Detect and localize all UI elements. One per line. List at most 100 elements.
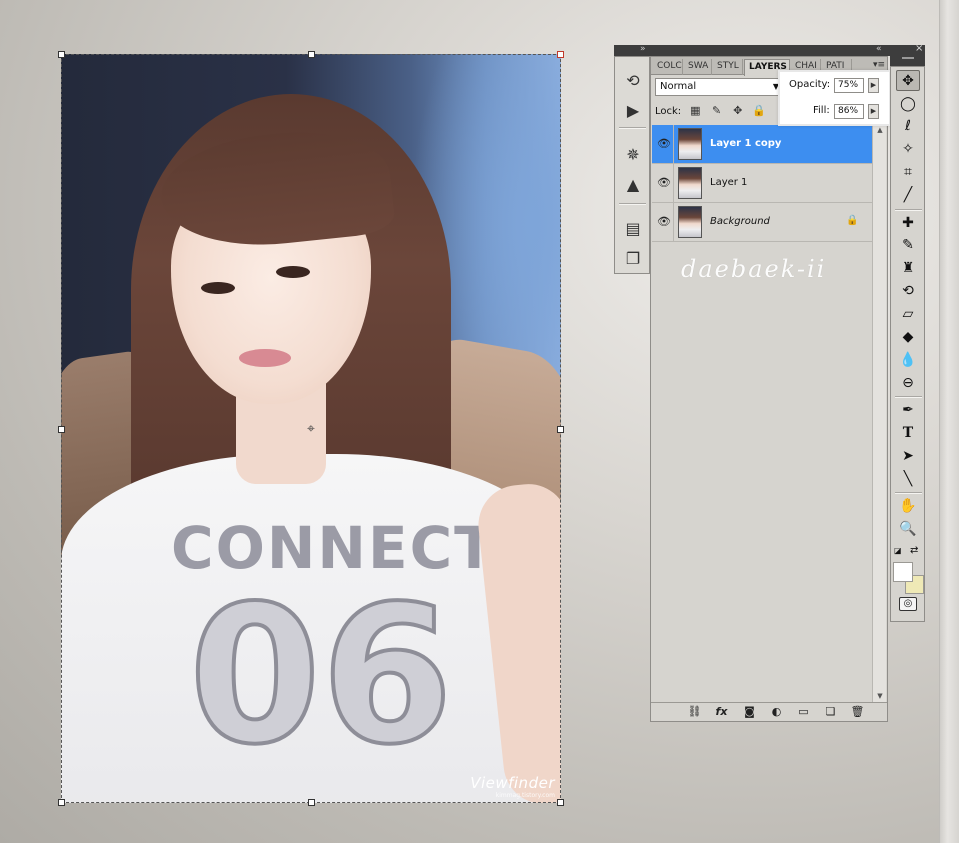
quick-mask-icon[interactable]: ◎	[899, 597, 917, 611]
actions-icon[interactable]: ▶	[622, 101, 644, 121]
blog-watermark: daebaek-ii	[681, 255, 827, 283]
new-layer-icon[interactable]: ❏	[823, 705, 838, 719]
layer-thumbnail	[678, 128, 702, 160]
foreground-color-swatch[interactable]	[893, 562, 913, 582]
layers-panel-bottom-bar: ⛓ fx ◙ ◐ ▭ ❏ 🗑	[651, 702, 887, 721]
tab-swatches[interactable]: SWA	[684, 59, 712, 75]
tab-styles[interactable]: STYL	[713, 59, 743, 75]
layer-thumbnail	[678, 167, 702, 199]
toolbox: ✥ ◯ ℓ ✧ ⌗ ╱ ✚ ✎ ♜ ⟲ ▱ ◆ 💧 ⊖ ✒ T ➤ ╲ ✋ 🔍 …	[890, 66, 925, 622]
fill-label: Fill:	[813, 105, 830, 116]
elliptical-marquee-icon[interactable]: ◯	[896, 94, 920, 115]
navigator-icon[interactable]: ✵	[622, 145, 644, 165]
visibility-toggle[interactable]: 👁	[652, 164, 674, 202]
swap-colors-icon[interactable]: ⇄	[910, 545, 922, 557]
window-edge	[939, 0, 959, 843]
close-icon[interactable]: ×	[915, 43, 923, 54]
transform-handle-left[interactable]	[58, 426, 65, 433]
type-icon[interactable]: T	[896, 423, 920, 444]
expand-dock-icon[interactable]: »	[640, 44, 646, 54]
opacity-field[interactable]: 75%	[834, 78, 864, 93]
transform-handle-right[interactable]	[557, 426, 564, 433]
crop-icon[interactable]: ⌗	[896, 162, 920, 183]
blur-icon[interactable]: 💧	[896, 350, 920, 371]
hand-icon[interactable]: ✋	[896, 496, 920, 517]
shirt-text-bottom: 06	[187, 565, 455, 786]
blend-mode-select[interactable]: Normal ▼	[655, 78, 783, 96]
lock-image-icon[interactable]: ✎	[710, 104, 724, 118]
histogram-icon[interactable]: ▲	[622, 175, 644, 195]
tool-separator	[895, 396, 922, 398]
lasso-icon[interactable]: ℓ	[896, 116, 920, 137]
transform-handle-top-right[interactable]	[557, 51, 564, 58]
default-colors-icon[interactable]: ◪	[894, 547, 902, 555]
transform-handle-top[interactable]	[308, 51, 315, 58]
info-icon[interactable]: ▤	[622, 219, 644, 239]
blend-mode-value: Normal	[660, 81, 697, 92]
visibility-toggle[interactable]: 👁	[652, 125, 674, 163]
delete-layer-icon[interactable]: 🗑	[850, 705, 865, 719]
add-mask-icon[interactable]: ◙	[742, 705, 757, 719]
move-tool-icon[interactable]: ✥	[896, 70, 920, 91]
history-brush-icon[interactable]: ⟲	[896, 281, 920, 302]
layer-comps-icon[interactable]: ❐	[622, 249, 644, 269]
fill-field[interactable]: 86%	[834, 104, 864, 119]
watermark-sub: kimmag.tistory.com	[495, 792, 555, 799]
opacity-fill-highlight: Opacity: 75% ▶ Fill: 86% ▶	[778, 70, 891, 126]
magic-wand-icon[interactable]: ✧	[896, 139, 920, 160]
lock-position-icon[interactable]: ✥	[731, 104, 745, 118]
panel-icon-dock: ⟲ ▶ ✵ ▲ ▤ ❐	[614, 56, 650, 274]
toolbox-titlebar[interactable]	[890, 56, 925, 66]
eraser-icon[interactable]: ▱	[896, 304, 920, 325]
layer-row[interactable]: 👁 Background 🔒	[652, 203, 872, 242]
scroll-up-icon[interactable]: ▲	[875, 125, 885, 135]
tool-separator	[895, 209, 922, 211]
new-group-icon[interactable]: ▭	[796, 705, 811, 719]
panel-dock-titlebar[interactable]: » « ×	[614, 43, 925, 56]
path-selection-icon[interactable]: ➤	[896, 446, 920, 467]
transform-handle-top-left[interactable]	[58, 51, 65, 58]
lock-row: Lock: ▦ ✎ ✥ 🔒	[655, 104, 766, 120]
opacity-slider-arrow-icon[interactable]: ▶	[868, 78, 879, 93]
adjustment-layer-icon[interactable]: ◐	[769, 705, 784, 719]
eyedropper-icon[interactable]: ╱	[896, 185, 920, 206]
lock-transparency-icon[interactable]: ▦	[688, 104, 702, 118]
zoom-icon[interactable]: 🔍	[896, 519, 920, 540]
eye-right	[276, 266, 310, 278]
eye-left	[201, 282, 235, 294]
eye-icon: 👁	[657, 137, 671, 150]
tab-color[interactable]: COLC	[653, 59, 683, 75]
eye-icon: 👁	[657, 215, 671, 228]
paint-bucket-icon[interactable]: ◆	[896, 327, 920, 348]
transform-handle-bottom-left[interactable]	[58, 799, 65, 806]
visibility-toggle[interactable]: 👁	[652, 203, 674, 241]
collapse-dock-icon[interactable]: «	[876, 44, 882, 54]
opacity-label: Opacity:	[789, 79, 831, 90]
layer-name: Layer 1 copy	[710, 138, 782, 149]
transform-handle-bottom[interactable]	[308, 799, 315, 806]
clone-stamp-icon[interactable]: ♜	[896, 258, 920, 279]
fx-icon[interactable]: fx	[714, 705, 729, 719]
brush-icon[interactable]: ✎	[896, 235, 920, 256]
pen-icon[interactable]: ✒	[896, 400, 920, 421]
link-layers-icon[interactable]: ⛓	[687, 705, 702, 719]
line-icon[interactable]: ╲	[896, 469, 920, 490]
layer-list-scrollbar[interactable]: ▲ ▼	[872, 125, 886, 703]
history-icon[interactable]: ⟲	[622, 71, 644, 91]
fill-slider-arrow-icon[interactable]: ▶	[868, 104, 879, 119]
lock-icon: 🔒	[846, 215, 859, 226]
transform-center-icon[interactable]: ⌖	[304, 422, 318, 436]
transform-handle-bottom-right[interactable]	[557, 799, 564, 806]
dodge-icon[interactable]: ⊖	[896, 373, 920, 394]
eye-icon: 👁	[657, 176, 671, 189]
watermark-main: Viewfinder	[470, 774, 555, 792]
lock-all-icon[interactable]: 🔒	[752, 104, 766, 118]
layer-thumbnail	[678, 206, 702, 238]
healing-brush-icon[interactable]: ✚	[896, 213, 920, 234]
lips	[239, 349, 291, 367]
dock-separator	[619, 127, 646, 129]
photo-watermark: Viewfinder kimmag.tistory.com	[470, 774, 555, 799]
scroll-down-icon[interactable]: ▼	[875, 691, 885, 701]
layer-row[interactable]: 👁 Layer 1	[652, 164, 872, 203]
layer-row[interactable]: 👁 Layer 1 copy	[652, 125, 872, 164]
